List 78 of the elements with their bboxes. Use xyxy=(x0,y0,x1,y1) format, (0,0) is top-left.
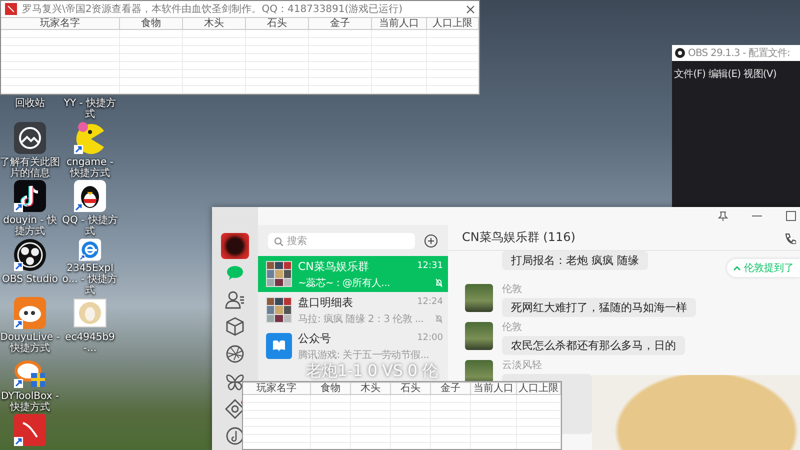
chat-name: CN菜鸟娱乐群 xyxy=(298,258,369,274)
image-thumbnail[interactable] xyxy=(73,296,107,330)
column-header: 当前人口 xyxy=(471,383,517,394)
pin-icon[interactable] xyxy=(718,211,728,221)
book-icon xyxy=(266,333,292,359)
chat-name: 公众号 xyxy=(298,330,331,346)
search-field[interactable]: 搜索 xyxy=(268,233,415,249)
picture-icon[interactable] xyxy=(13,120,47,154)
column-header: 金子 xyxy=(309,18,372,29)
icon-label: YY - 快捷方式 xyxy=(62,98,118,120)
maximize-icon[interactable] xyxy=(786,211,796,221)
message-bubble: 死网红大难打了，猛随的马如海一样 xyxy=(502,298,696,317)
add-icon[interactable] xyxy=(424,234,438,248)
icon-label: DouyuLive - 快捷方式 xyxy=(0,332,60,354)
diamond-icon[interactable] xyxy=(225,399,245,419)
icon-label: 2345Explo... - 快捷方式 xyxy=(61,263,119,296)
column-header: 当前人口 xyxy=(372,18,427,29)
icon-label: douyin - 快捷方式 xyxy=(2,215,58,237)
window-title: OBS 29.1.3 - 配置文件: xyxy=(688,46,790,60)
mascot-icon[interactable] xyxy=(13,296,47,330)
column-header: 木头 xyxy=(351,383,391,394)
menu-item[interactable]: 编辑(E) xyxy=(708,67,741,81)
sender-name: 伦敦 xyxy=(502,322,522,333)
close-icon[interactable] xyxy=(466,4,475,14)
contacts-icon[interactable] xyxy=(225,290,245,310)
avatar-photo xyxy=(465,284,493,312)
chat-time: 12:00 xyxy=(417,333,443,343)
chat-preview: 腾讯游戏: 关于五一劳动节假... xyxy=(298,348,429,362)
music-icon[interactable] xyxy=(225,426,245,446)
app-icon xyxy=(5,3,17,15)
column-header: 木头 xyxy=(183,18,246,29)
sender-name: 伦敦 xyxy=(502,284,522,295)
circle-logo-icon xyxy=(675,48,685,58)
menu-item[interactable]: 文件(F) xyxy=(674,67,706,81)
icon-label: 回收站 xyxy=(14,98,46,109)
icon-label: ec4945b9-... xyxy=(64,332,116,354)
chat-preview: 马拉: 疯疯 随缘 2：3 伦敦 ... xyxy=(298,312,424,326)
column-header: 玩家名字 xyxy=(243,383,311,394)
music-note-icon[interactable] xyxy=(13,179,47,213)
cube-icon[interactable] xyxy=(225,317,245,338)
chat-time: 12:24 xyxy=(417,297,443,307)
column-header: 人口上限 xyxy=(517,383,561,394)
circle-logo-icon[interactable] xyxy=(13,238,47,272)
butterfly-icon[interactable] xyxy=(225,372,245,392)
column-header: 食物 xyxy=(311,383,351,394)
sender-name: 云淡风轻 xyxy=(502,360,542,371)
column-header: 食物 xyxy=(120,18,183,29)
search-icon xyxy=(274,237,283,246)
message-bubble: 农民怎么杀都还有那么多马，日的 xyxy=(502,336,685,355)
column-header: 金子 xyxy=(431,383,471,394)
chat-name: 盘口明细表 xyxy=(298,294,353,310)
icon-label: cngame - 快捷方式 xyxy=(66,156,114,178)
pacman-icon[interactable] xyxy=(73,120,107,154)
window-title: 罗马复兴\帝国2资源查看器，本软件由血饮圣剑制作。QQ：418733891(游戏已运行) xyxy=(22,2,404,16)
chevron-up-icon xyxy=(733,265,741,271)
aperture-icon[interactable] xyxy=(225,344,245,364)
column-header: 石头 xyxy=(391,383,431,394)
app-icon[interactable] xyxy=(13,413,47,447)
chat-preview: ~蕊芯~ : @所有人... xyxy=(298,276,390,290)
chat-list-item[interactable]: 盘口明细表 12:24 马拉: 疯疯 随缘 2：3 伦敦 ... xyxy=(258,292,448,328)
group-avatar xyxy=(266,261,292,287)
message-bubble: 打局报名：老炮 疯疯 随缘 xyxy=(502,251,648,270)
profile-picture xyxy=(221,233,249,259)
chat-title: CN菜鸟娱乐群 (116) xyxy=(462,229,576,246)
column-header: 玩家名字 xyxy=(1,18,120,29)
icon-label: DYToolBox - 快捷方式 xyxy=(0,390,60,412)
icon-label: QQ - 快捷方式 xyxy=(61,215,119,237)
column-header: 人口上限 xyxy=(427,18,479,29)
icon-label: 了解有关此图片的信息 xyxy=(0,156,60,178)
avatar-photo xyxy=(465,322,493,350)
column-header: 石头 xyxy=(246,18,309,29)
chat-list-item[interactable]: 公众号 12:00 腾讯游戏: 关于五一劳动节假... xyxy=(258,328,448,364)
menu-item[interactable]: 视图(V) xyxy=(744,67,776,81)
icon-label: OBS Studio xyxy=(1,274,59,284)
chat-time: 12:31 xyxy=(417,261,443,271)
phone-icon[interactable] xyxy=(784,232,796,244)
penguin-icon[interactable] xyxy=(73,179,107,213)
group-avatar xyxy=(266,297,292,323)
